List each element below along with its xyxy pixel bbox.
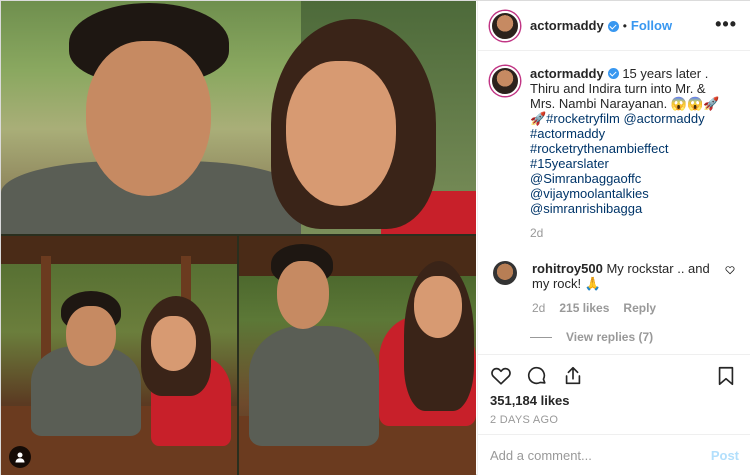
view-replies-button[interactable]: View replies (7) [530, 330, 739, 344]
caption-tag[interactable]: 🚀#rocketryfilm @actormaddy [530, 111, 730, 126]
caption-tag[interactable]: @Simranbaggaoffc [530, 171, 730, 186]
photo-bottom-left [1, 236, 237, 475]
post-modal: actormaddy • Follow ••• actormaddy 15 ye… [0, 0, 750, 475]
post-button[interactable]: Post [711, 448, 739, 463]
comment-icon[interactable] [526, 365, 548, 387]
post-image[interactable] [1, 1, 476, 475]
caption-avatar[interactable] [490, 66, 520, 96]
bookmark-icon[interactable] [715, 365, 737, 387]
follow-button[interactable]: Follow [631, 18, 672, 33]
caption-body: actormaddy 15 years later . Thiru and In… [530, 66, 730, 241]
avatar[interactable] [490, 10, 520, 41]
caption-time[interactable]: 2d [530, 226, 730, 241]
photo-bottom-right [239, 236, 476, 475]
more-icon[interactable]: ••• [715, 15, 737, 33]
action-icons [490, 363, 739, 389]
comment-input[interactable] [490, 448, 711, 463]
comment-time[interactable]: 2d [532, 301, 545, 316]
comment-meta: 2d 215 likes Reply [532, 301, 722, 316]
comment-body: rohitroy500 My rockstar .. and my rock! … [532, 261, 722, 316]
comment-avatar[interactable] [493, 261, 517, 285]
comment-username[interactable]: rohitroy500 [532, 261, 603, 276]
add-comment-bar: Post [478, 434, 750, 475]
caption-tag[interactable]: #15yearslater [530, 156, 730, 171]
header-username[interactable]: actormaddy [530, 18, 604, 33]
verified-icon [607, 68, 619, 79]
comments-section[interactable]: actormaddy 15 years later . Thiru and In… [478, 52, 750, 354]
caption-tag[interactable]: #actormaddy [530, 126, 730, 141]
heart-icon[interactable] [725, 265, 735, 275]
view-replies-label[interactable]: View replies (7) [566, 330, 653, 344]
comment-reply-button[interactable]: Reply [623, 301, 656, 316]
post-date[interactable]: 2 DAYS AGO [490, 414, 739, 426]
comment-likes[interactable]: 215 likes [559, 301, 609, 316]
divider [530, 336, 552, 338]
share-icon[interactable] [562, 365, 584, 387]
user-tag-icon[interactable] [9, 446, 31, 468]
caption-tag[interactable]: @vijaymoolantalkies [530, 186, 730, 201]
caption: actormaddy 15 years later . Thiru and In… [490, 66, 739, 241]
heart-icon[interactable] [490, 365, 512, 387]
verified-icon [607, 21, 619, 32]
photo-top [1, 1, 476, 234]
likes-count[interactable]: 351,184 likes [490, 393, 739, 408]
post-sidebar: actormaddy • Follow ••• actormaddy 15 ye… [477, 1, 750, 475]
caption-tag[interactable]: @simranrishibagga [530, 201, 730, 216]
comment: rohitroy500 My rockstar .. and my rock! … [490, 261, 739, 316]
caption-tag[interactable]: #rocketrythenambieffect [530, 141, 730, 156]
post-header: actormaddy • Follow ••• [478, 1, 750, 51]
post-actions: 351,184 likes 2 DAYS AGO [478, 354, 750, 434]
caption-username[interactable]: actormaddy [530, 66, 604, 81]
separator-dot: • [622, 18, 627, 33]
